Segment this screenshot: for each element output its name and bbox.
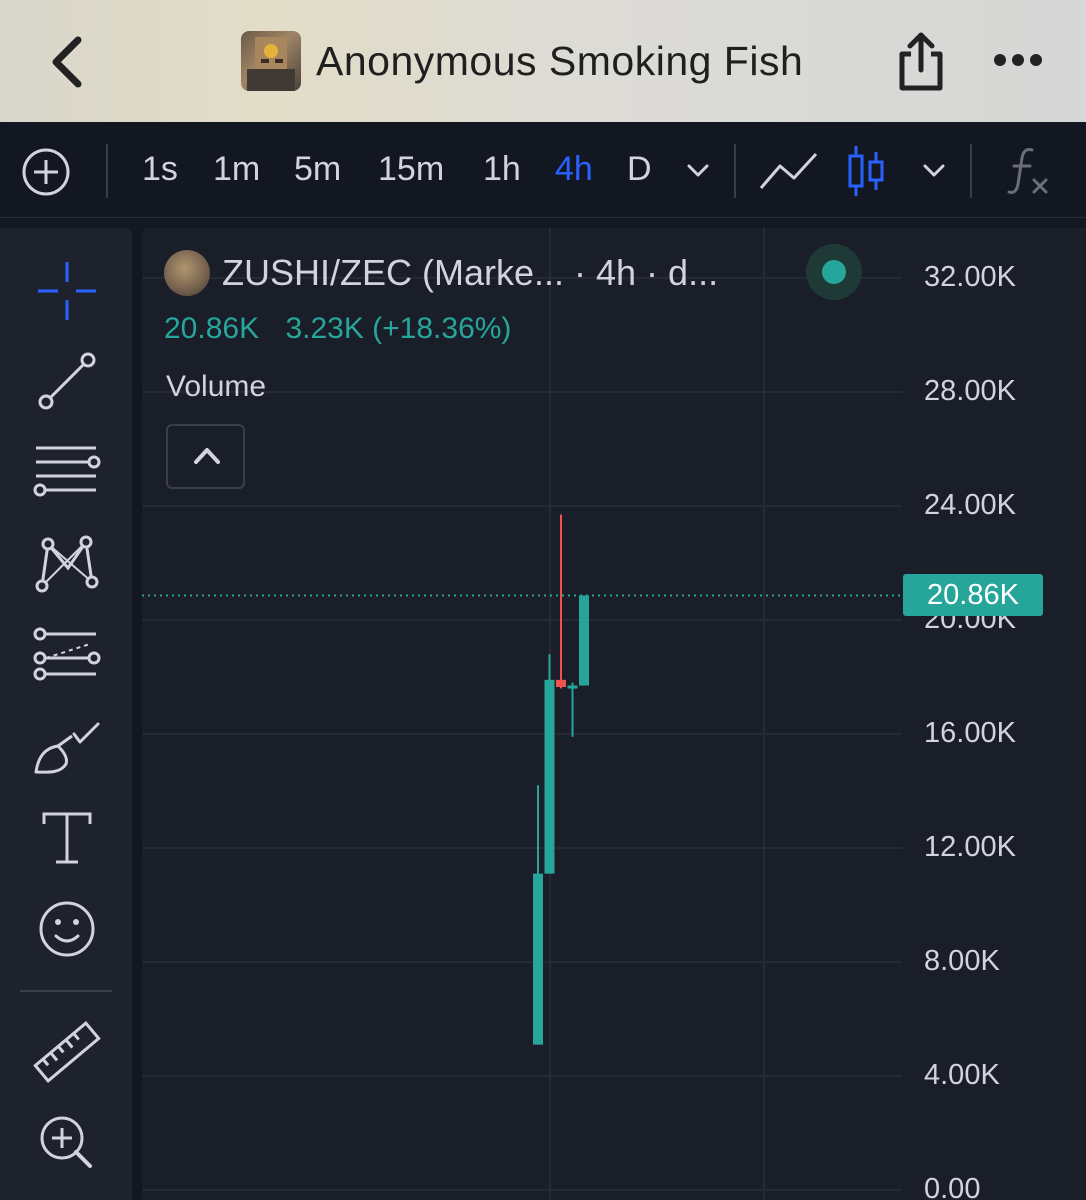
emoji-tool[interactable]	[24, 886, 110, 972]
crosshair-tool[interactable]	[24, 248, 110, 334]
chart-candles	[533, 514, 589, 1045]
ohlc-values: 20.86K 3.23K (+18.36%)	[164, 312, 511, 346]
timeframe-1m[interactable]: 1m	[213, 150, 260, 189]
candlestick-icon	[848, 146, 884, 196]
price-axis-label: 28.00K	[924, 375, 1016, 407]
toolbar-divider	[970, 144, 972, 198]
candle-body	[533, 873, 543, 1045]
change-value: 3.23K (+18.36%)	[285, 312, 512, 345]
line-chart-icon	[759, 152, 818, 189]
chevron-down-icon	[687, 164, 709, 177]
price-axis-label: 24.00K	[924, 489, 1016, 521]
timeframe-5m[interactable]: 5m	[294, 150, 341, 189]
measure-tool[interactable]	[24, 1008, 110, 1094]
candle-body	[544, 679, 555, 874]
crosshair-icon	[38, 262, 96, 320]
candlestick-chart[interactable]	[142, 228, 1086, 1200]
brush-icon	[34, 722, 100, 774]
collapse-legend-button[interactable]	[166, 424, 245, 489]
status-dot	[822, 260, 846, 284]
symbol-title[interactable]: ZUSHI/ZEC (Marke... · 4h · d...	[222, 252, 718, 294]
timeframe-1h[interactable]: 1h	[483, 150, 521, 189]
pattern-icon	[35, 535, 99, 593]
chart-pane[interactable]: ZUSHI/ZEC (Marke... · 4h · d... 20.86K 3…	[142, 228, 1086, 1200]
chart-type-dropdown[interactable]	[920, 160, 948, 185]
ellipsis-icon	[994, 54, 1042, 66]
price-axis-label: 4.00K	[924, 1059, 1000, 1091]
more-button[interactable]	[990, 40, 1046, 80]
toolbar-divider	[734, 144, 736, 198]
share-button[interactable]	[894, 30, 948, 92]
trend-line-tool[interactable]	[24, 338, 110, 424]
price-axis-label: 16.00K	[924, 717, 1016, 749]
price-axis-label: 0.00	[924, 1173, 981, 1200]
app-header: Anonymous Smoking Fish	[0, 0, 1086, 122]
trend-line-icon	[38, 352, 96, 410]
indicators-button[interactable]	[1006, 144, 1052, 203]
chevron-down-icon	[923, 164, 945, 177]
candle-body	[567, 685, 578, 689]
avatar[interactable]	[241, 31, 301, 91]
text-icon	[42, 812, 92, 864]
page-title: Anonymous Smoking Fish	[316, 38, 804, 84]
last-price-tag: 20.86K	[903, 574, 1043, 617]
candle-body	[579, 595, 589, 686]
timeframe-d[interactable]: D	[627, 150, 652, 189]
toolbar-divider	[106, 144, 108, 198]
plus-circle-icon	[22, 148, 70, 196]
market-status-indicator[interactable]	[806, 244, 862, 300]
symbol-avatar	[164, 250, 210, 296]
fib-icon	[33, 627, 101, 681]
share-icon	[899, 32, 943, 91]
volume-indicator-label[interactable]: Volume	[166, 370, 266, 404]
drawing-toolbar	[0, 228, 132, 1200]
zoom-in-icon	[40, 1116, 92, 1168]
pattern-tool[interactable]	[24, 520, 110, 606]
candle-body	[556, 679, 566, 687]
brush-tool[interactable]	[24, 706, 110, 792]
timeframe-15m[interactable]: 15m	[378, 150, 444, 189]
ruler-icon	[33, 1021, 101, 1083]
back-button[interactable]	[40, 30, 96, 94]
timeframe-1s[interactable]: 1s	[142, 150, 178, 189]
last-value: 20.86K	[164, 312, 260, 345]
timeframe-4h[interactable]: 4h	[555, 150, 593, 189]
line-chart-button[interactable]	[758, 148, 820, 199]
chevron-left-icon	[52, 36, 82, 88]
fx-icon	[1007, 148, 1048, 194]
price-axis-label: 12.00K	[924, 831, 1016, 863]
price-axis-label: 8.00K	[924, 945, 1000, 977]
emoji-icon	[39, 901, 95, 957]
horizontal-lines-tool[interactable]	[24, 428, 110, 514]
chart-type-button[interactable]	[846, 144, 886, 203]
avatar-image	[247, 37, 295, 91]
zoom-in-tool[interactable]	[24, 1100, 110, 1186]
text-tool[interactable]	[24, 794, 110, 880]
sidebar-divider	[20, 990, 112, 992]
fib-retracement-tool[interactable]	[24, 612, 110, 698]
add-symbol-button[interactable]	[20, 146, 72, 203]
horizontal-lines-icon	[33, 446, 101, 497]
chart-toolbar: 1s 1m 5m 15m 1h 4h D	[0, 122, 1086, 218]
price-axis-label: 32.00K	[924, 261, 1016, 293]
chevron-up-icon	[194, 448, 220, 464]
timeframe-dropdown[interactable]	[684, 160, 712, 185]
